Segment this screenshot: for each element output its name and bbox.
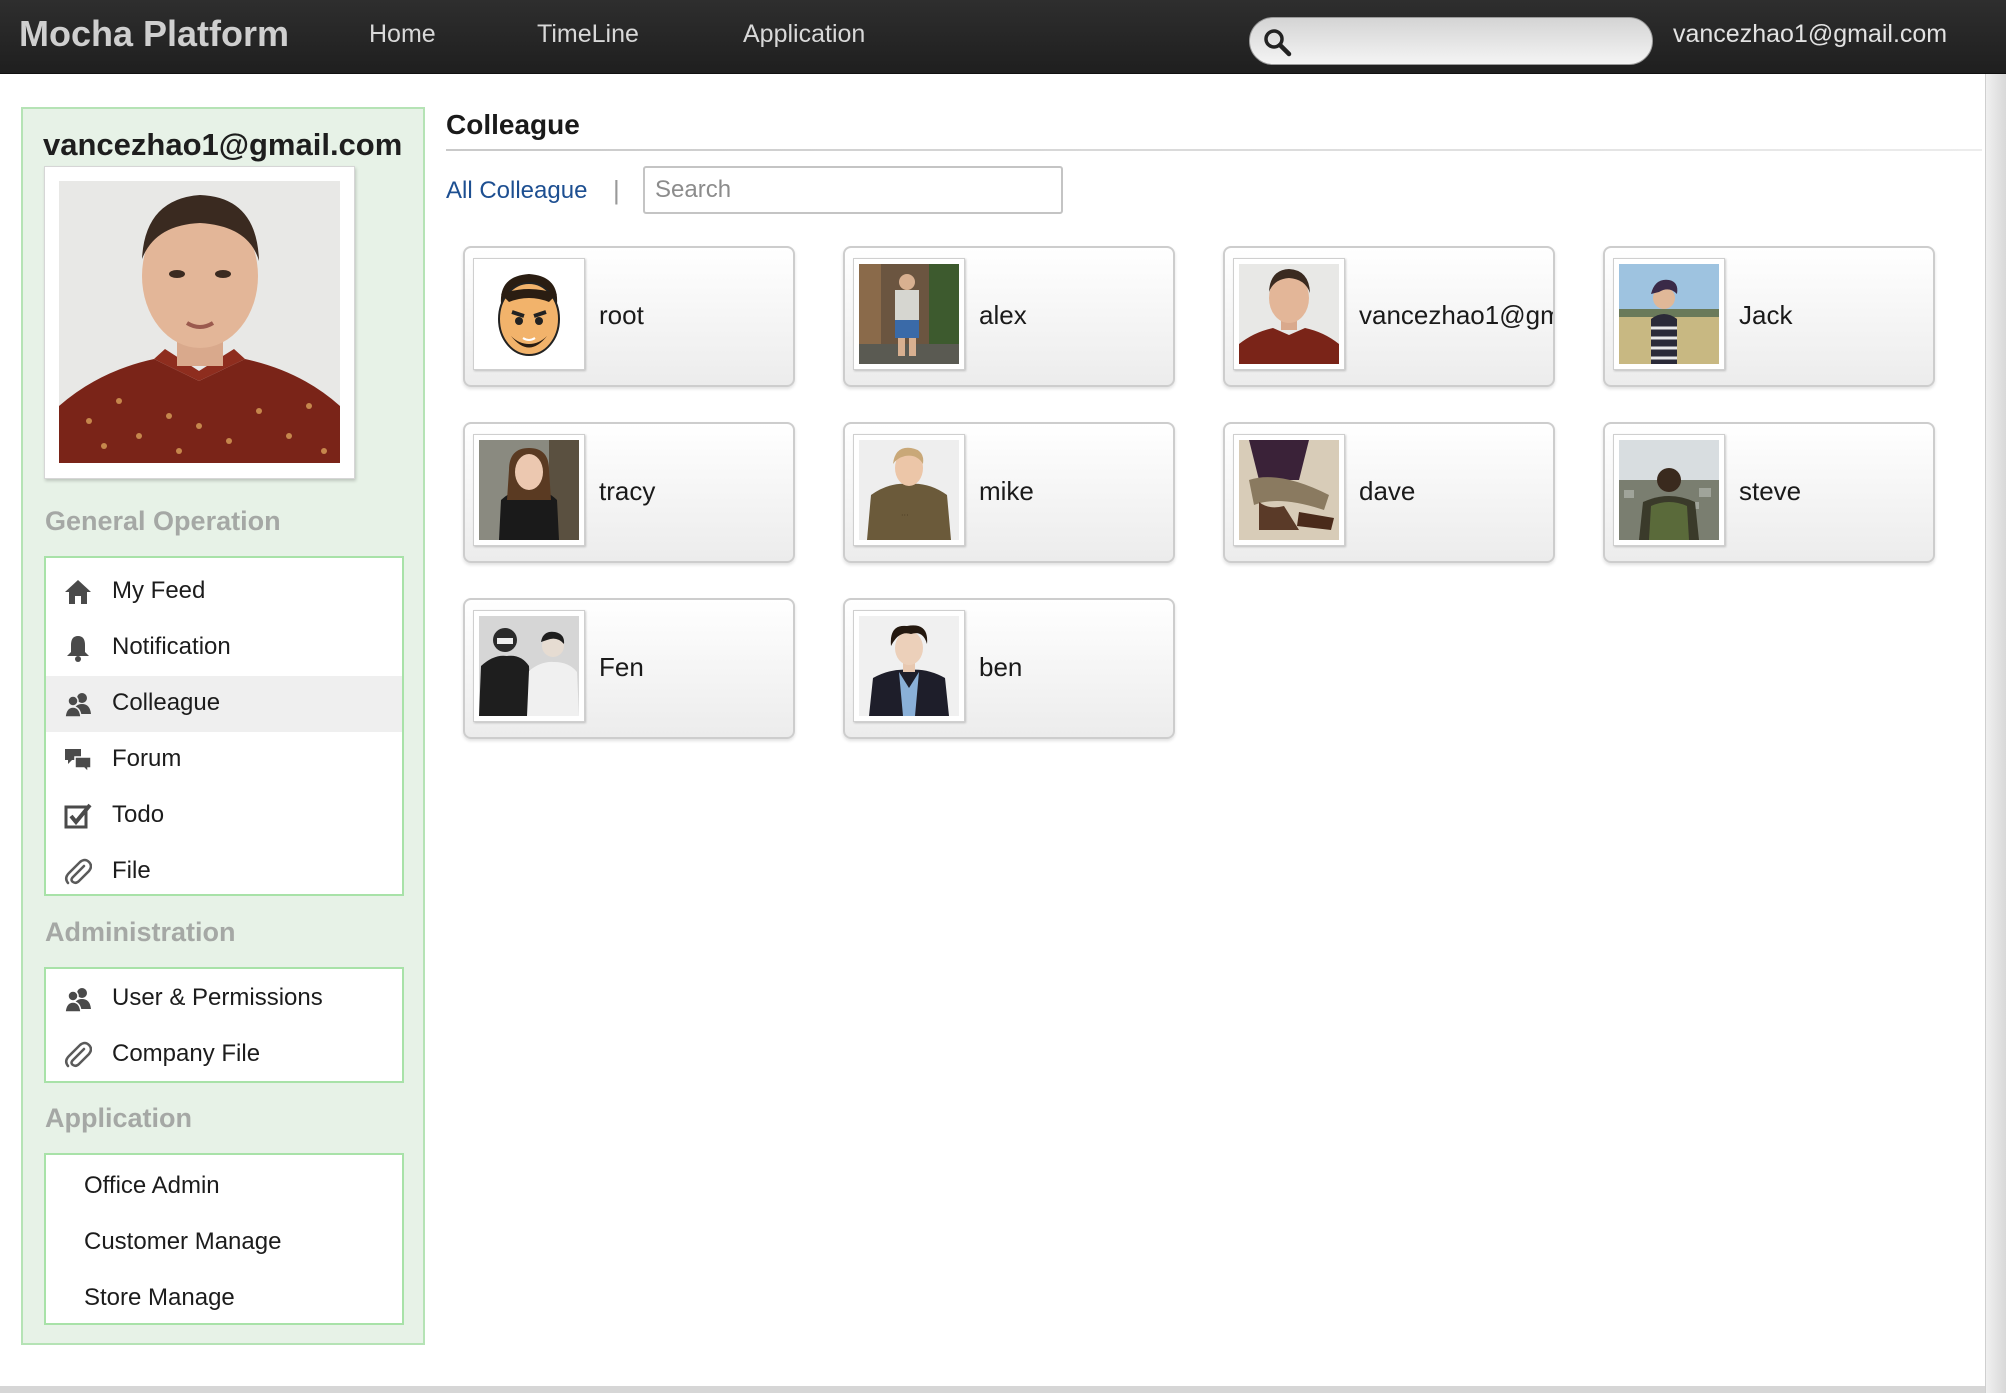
avatar-image [859, 264, 959, 364]
avatar-image [1239, 264, 1339, 364]
colleague-name: ben [979, 652, 1023, 682]
menu-administration: User & Permissions Company File [44, 967, 404, 1083]
sidebar-item-notification[interactable]: Notification [46, 620, 402, 676]
avatar-image [1239, 440, 1339, 540]
colleague-name: Fen [599, 652, 644, 682]
paperclip-icon [65, 858, 92, 885]
users-icon [64, 693, 91, 718]
colleague-name: vancezhao1@gmail.com [1359, 300, 1553, 330]
top-search-input[interactable] [1302, 26, 1642, 58]
sidebar-item-label: Store Manage [84, 1284, 235, 1311]
sidebar-item-label: My Feed [112, 577, 206, 604]
sidebar-item-label: File [112, 857, 151, 884]
top-search-box[interactable] [1249, 17, 1653, 65]
colleague-name: steve [1739, 476, 1802, 506]
menu-general-operation: My Feed Notification Colleague Forum Tod… [44, 556, 404, 896]
colleague-card-tracy[interactable]: tracy [463, 422, 795, 563]
colleague-card-steve[interactable]: steve [1603, 422, 1935, 563]
sidebar-item-label: Office Admin [84, 1172, 220, 1199]
avatar [853, 610, 965, 722]
colleague-card-alex[interactable]: alex [843, 246, 1175, 387]
sidebar-item-label: Colleague [112, 689, 221, 716]
colleague-card-vancezhao1[interactable]: vancezhao1@gmail.com [1223, 246, 1555, 387]
avatar [1233, 434, 1345, 546]
section-heading-administration: Administration [45, 917, 236, 947]
sidebar-item-store-manage[interactable]: Store Manage [46, 1271, 402, 1327]
page-title: Colleague [446, 109, 580, 140]
window-bottom-edge [0, 1386, 1985, 1393]
colleague-card-dave[interactable]: dave [1223, 422, 1555, 563]
sidebar-item-company-file[interactable]: Company File [46, 1027, 402, 1083]
sidebar-item-customer-manage[interactable]: Customer Manage [46, 1215, 402, 1271]
chat-bubbles-icon [65, 749, 92, 774]
svg-text:···: ··· [901, 511, 909, 520]
avatar-image: ··· [859, 440, 959, 540]
sidebar-item-label: Customer Manage [84, 1228, 282, 1255]
avatar-image [479, 264, 579, 364]
all-colleague-link[interactable]: All Colleague [446, 177, 587, 205]
filter-separator: | [613, 175, 620, 205]
colleague-name: alex [979, 300, 1027, 330]
colleague-search-input[interactable] [643, 166, 1063, 214]
sidebar-item-label: Forum [112, 745, 182, 772]
profile-username: vancezhao1@gmail.com [43, 127, 403, 162]
colleague-card-ben[interactable]: ben [843, 598, 1175, 739]
checkbox-icon [64, 803, 92, 829]
section-heading-application: Application [45, 1103, 192, 1133]
avatar-image [1619, 264, 1719, 364]
avatar-image [479, 440, 579, 540]
window-edge [1985, 74, 2006, 1393]
colleague-card-mike[interactable]: ··· mike [843, 422, 1175, 563]
users-icon [64, 988, 91, 1013]
sidebar-item-user-permissions[interactable]: User & Permissions [46, 971, 402, 1027]
sidebar-item-my-feed[interactable]: My Feed [46, 564, 402, 620]
current-user-menu[interactable]: vancezhao1@gmail.com [1673, 20, 1947, 49]
profile-photo[interactable] [44, 166, 355, 479]
avatar-image [859, 616, 959, 716]
colleague-name: dave [1359, 476, 1416, 506]
sidebar-item-todo[interactable]: Todo [46, 788, 402, 844]
brand-logo[interactable]: Mocha Platform [19, 13, 289, 55]
colleague-name: Jack [1739, 300, 1793, 330]
nav-timeline[interactable]: TimeLine [537, 20, 639, 49]
avatar-image [479, 616, 579, 716]
title-divider [446, 149, 1982, 151]
colleague-name: root [599, 300, 644, 330]
avatar [473, 610, 585, 722]
nav-home[interactable]: Home [369, 20, 436, 49]
colleague-card-root[interactable]: root [463, 246, 795, 387]
sidebar-item-office-admin[interactable]: Office Admin [46, 1159, 402, 1215]
colleague-name: tracy [599, 476, 656, 506]
avatar [853, 258, 965, 370]
colleague-card-jack[interactable]: Jack [1603, 246, 1935, 387]
colleague-name: mike [979, 476, 1034, 506]
sidebar-item-label: Company File [112, 1040, 261, 1067]
avatar [1613, 434, 1725, 546]
avatar [1233, 258, 1345, 370]
avatar [1613, 258, 1725, 370]
sidebar-item-label: Todo [112, 801, 165, 828]
sidebar-item-label: Notification [112, 633, 231, 660]
top-navbar: Mocha Platform Home TimeLine Application… [0, 0, 2006, 74]
nav-application[interactable]: Application [743, 20, 865, 49]
home-icon [65, 580, 91, 604]
sidebar-item-label: User & Permissions [112, 984, 323, 1011]
menu-application: Office Admin Customer Manage Store Manag… [44, 1153, 404, 1325]
paperclip-icon [65, 1041, 92, 1068]
profile-photo-image [59, 181, 340, 463]
avatar: ··· [853, 434, 965, 546]
avatar [473, 434, 585, 546]
sidebar-item-file[interactable]: File [46, 844, 402, 900]
section-heading-general: General Operation [45, 506, 281, 536]
sidebar-item-colleague[interactable]: Colleague [46, 676, 402, 732]
search-icon [1264, 29, 1292, 57]
bell-icon [67, 636, 89, 662]
avatar [473, 258, 585, 370]
colleague-card-fen[interactable]: Fen [463, 598, 795, 739]
sidebar-item-forum[interactable]: Forum [46, 732, 402, 788]
avatar-image [1619, 440, 1719, 540]
sidebar: vancezhao1@gmail.com General Operation M… [21, 107, 425, 1345]
